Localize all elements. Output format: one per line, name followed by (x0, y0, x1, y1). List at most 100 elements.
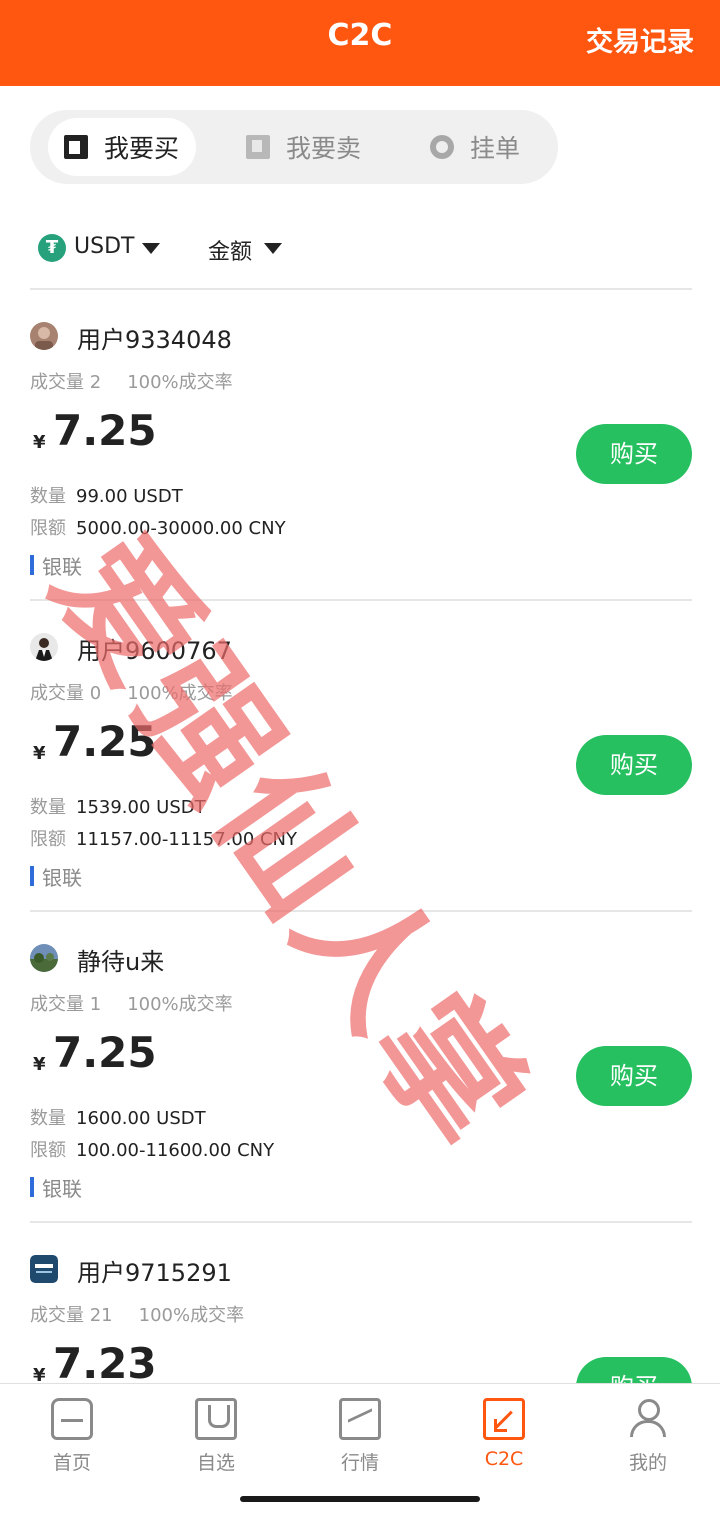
completion-rate: 100%成交率 (127, 683, 233, 704)
merchant-name[interactable]: 用户9600767 (77, 631, 232, 666)
currency-symbol: ¥ (33, 743, 46, 764)
listing-card: 用户9334048 成交量 2 100%成交率 ¥ 7.25 数量 99.00 US… (30, 320, 692, 630)
trade-mode-tabs: 我要买 我要卖 挂单 (30, 110, 558, 184)
buy-button[interactable]: 购买 (576, 1046, 692, 1106)
limit: 限额 100.00-11600.00 CNY (30, 1136, 274, 1162)
tab-pending-order-label: 挂单 (470, 134, 521, 163)
trade-count: 成交量 21 (30, 1305, 113, 1326)
nav-item-home[interactable]: 首页 (0, 1398, 144, 1478)
divider (30, 910, 692, 912)
listing-card: 静待u来 成交量 1 100%成交率 ¥ 7.25 数量 1600.00 USDT … (30, 942, 692, 1252)
quantity-label: 数量 (30, 486, 66, 507)
tab-sell-label: 我要卖 (286, 134, 362, 163)
payment-method: 银联 (30, 552, 82, 579)
payment-method: 银联 (30, 863, 82, 890)
completion-rate: 100%成交率 (127, 994, 233, 1015)
upload-box-icon (246, 135, 270, 159)
favorites-icon (195, 1398, 237, 1440)
price-value: 7.25 (53, 406, 157, 455)
trade-count: 成交量 2 (30, 372, 102, 393)
c2c-exchange-icon (483, 1398, 525, 1440)
circle-icon (430, 135, 454, 159)
avatar (30, 633, 58, 661)
caret-down-icon (264, 243, 282, 254)
profile-icon (627, 1398, 669, 1440)
merchant-name[interactable]: 静待u来 (77, 942, 164, 977)
limit-value: 5000.00-30000.00 CNY (76, 518, 286, 539)
price-value: 7.25 (53, 717, 157, 766)
limit-value: 11157.00-11157.00 CNY (76, 829, 298, 850)
payment-method-label: 银联 (42, 554, 82, 579)
currency-symbol: ¥ (33, 432, 46, 453)
divider (30, 1221, 692, 1223)
quantity: 数量 1539.00 USDT (30, 793, 206, 819)
price-value: 7.23 (53, 1339, 157, 1383)
nav-item-market[interactable]: 行情 (288, 1398, 432, 1478)
buy-button[interactable]: 购买 (576, 424, 692, 484)
quantity-label: 数量 (30, 797, 66, 818)
merchant-stats: 成交量 1 100%成交率 (30, 990, 233, 1016)
limit-label: 限额 (30, 829, 66, 850)
nav-label: 首页 (52, 1452, 91, 1474)
merchant-stats: 成交量 21 100%成交率 (30, 1301, 244, 1327)
trade-count: 成交量 1 (30, 994, 102, 1015)
trade-records-link[interactable]: 交易记录 (586, 20, 694, 59)
buy-button[interactable]: 购买 (576, 735, 692, 795)
listing-card: 用户9600767 成交量 0 100%成交率 ¥ 7.25 数量 1539.00 … (30, 631, 692, 941)
limit: 限额 11157.00-11157.00 CNY (30, 825, 297, 851)
payment-marker (30, 866, 34, 886)
nav-label: 我的 (628, 1452, 667, 1474)
trade-count: 成交量 0 (30, 683, 102, 704)
listing-card: 用户9715291 成交量 21 100%成交率 ¥ 7.23 购买 (30, 1253, 692, 1383)
home-indicator[interactable] (240, 1496, 480, 1502)
limit-value: 100.00-11600.00 CNY (76, 1140, 275, 1161)
completion-rate: 100%成交率 (138, 1305, 245, 1326)
quantity-label: 数量 (30, 1108, 66, 1129)
nav-label: C2C (484, 1448, 524, 1470)
nav-label: 自选 (196, 1452, 235, 1474)
limit-label: 限额 (30, 518, 66, 539)
currency-filter-label: USDT (74, 234, 135, 259)
filter-bar: ₮ USDT 金额 (38, 232, 698, 265)
tab-buy[interactable]: 我要买 (48, 118, 196, 176)
merchant-name[interactable]: 用户9334048 (77, 320, 232, 355)
divider (30, 599, 692, 601)
price-value: 7.25 (53, 1028, 157, 1077)
avatar (30, 1255, 58, 1283)
completion-rate: 100%成交率 (127, 372, 233, 393)
payment-method-label: 银联 (42, 1176, 82, 1201)
tab-sell[interactable]: 我要卖 (246, 118, 396, 176)
currency-symbol: ¥ (33, 1054, 46, 1075)
home-icon (51, 1398, 93, 1440)
merchant-name[interactable]: 用户9715291 (77, 1253, 232, 1288)
nav-item-favorites[interactable]: 自选 (144, 1398, 288, 1478)
avatar (30, 322, 58, 350)
divider (30, 288, 692, 290)
market-chart-icon (339, 1398, 381, 1440)
quantity-value: 1539.00 USDT (76, 797, 206, 818)
avatar (30, 944, 58, 972)
nav-item-c2c[interactable]: C2C (432, 1398, 576, 1478)
tab-buy-label: 我要买 (104, 134, 180, 163)
payment-marker (30, 555, 34, 575)
buy-button[interactable]: 购买 (576, 1357, 692, 1383)
quantity-value: 1600.00 USDT (76, 1108, 206, 1129)
quantity: 数量 1600.00 USDT (30, 1104, 206, 1130)
payment-method-label: 银联 (42, 865, 82, 890)
quantity-value: 99.00 USDT (76, 486, 183, 507)
nav-label: 行情 (340, 1452, 379, 1474)
tab-pending-order[interactable]: 挂单 (430, 118, 560, 176)
amount-filter-label: 金额 (208, 240, 253, 265)
quantity: 数量 99.00 USDT (30, 482, 183, 508)
limit-label: 限额 (30, 1140, 66, 1161)
nav-item-profile[interactable]: 我的 (576, 1398, 720, 1478)
currency-symbol: ¥ (33, 1365, 46, 1383)
limit: 限额 5000.00-30000.00 CNY (30, 514, 286, 540)
payment-method: 银联 (30, 1174, 82, 1201)
download-box-icon (64, 135, 88, 159)
merchant-stats: 成交量 2 100%成交率 (30, 368, 233, 394)
payment-marker (30, 1177, 34, 1197)
caret-down-icon (142, 243, 160, 254)
merchant-stats: 成交量 0 100%成交率 (30, 679, 233, 705)
tether-icon: ₮ (38, 234, 66, 262)
